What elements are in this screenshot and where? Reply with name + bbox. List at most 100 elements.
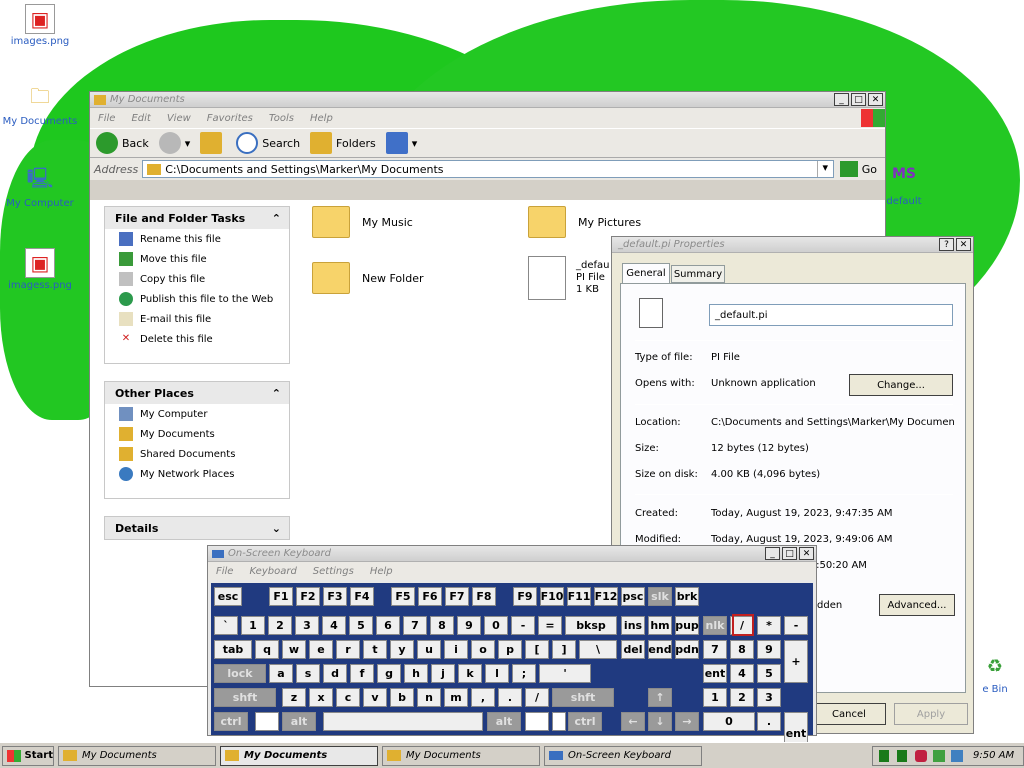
folders-button[interactable]: Folders	[310, 132, 376, 154]
task-move[interactable]: Move this file	[105, 249, 289, 269]
key-num-16[interactable]: pup	[675, 616, 699, 635]
explorer-titlebar[interactable]: My Documents _ □ ✕	[90, 92, 885, 108]
close-button[interactable]: ✕	[868, 93, 883, 106]
menu-favorites[interactable]: Favorites	[199, 113, 261, 124]
key-z-8[interactable]: ,	[471, 688, 495, 707]
task-rename[interactable]: Rename this file	[105, 229, 289, 249]
folder-my-pictures[interactable]: My Pictures	[528, 206, 641, 238]
key-bot-8[interactable]: .	[757, 712, 781, 731]
key-num-7[interactable]: 7	[403, 616, 427, 635]
desktop-icon-my-documents[interactable]: 🗀 My Documents	[0, 84, 80, 127]
desktop-icon-recycle-bin[interactable]: ♻ e Bin	[975, 656, 1015, 695]
tray-network-icon[interactable]	[897, 749, 907, 762]
place-network[interactable]: My Network Places	[105, 464, 289, 484]
key-a-10[interactable]: ;	[512, 664, 536, 683]
key-a-2[interactable]: s	[296, 664, 320, 683]
task-publish[interactable]: Publish this file to the Web	[105, 289, 289, 309]
key-z-2[interactable]: x	[309, 688, 333, 707]
maximize-button[interactable]: □	[782, 547, 797, 560]
key-z-3[interactable]: c	[336, 688, 360, 707]
key-q-19[interactable]: 9	[757, 640, 781, 659]
close-button[interactable]: ✕	[799, 547, 814, 560]
filename-input[interactable]: _default.pi	[709, 304, 953, 326]
menu-settings[interactable]: Settings	[305, 566, 362, 577]
key-num-14[interactable]: ins	[621, 616, 645, 635]
place-shared-documents[interactable]: Shared Documents	[105, 444, 289, 464]
key-num-10[interactable]: 0	[484, 616, 508, 635]
tab-summary[interactable]: Summary	[671, 265, 725, 283]
key-q-11[interactable]: [	[525, 640, 549, 659]
key-fn-8[interactable]: F8	[472, 587, 496, 606]
key-q-10[interactable]: p	[498, 640, 522, 659]
taskbar-button-my-documents-2[interactable]: My Documents	[382, 745, 540, 766]
key-menu[interactable]	[552, 712, 566, 731]
key-fn-0[interactable]: esc	[214, 587, 242, 606]
minimize-button[interactable]: _	[834, 93, 849, 106]
key-num-9[interactable]: 9	[457, 616, 481, 635]
key-fn-12[interactable]: F12	[594, 587, 618, 606]
key-windows-right[interactable]	[525, 712, 549, 731]
key-bot-0[interactable]: ctrl	[214, 712, 248, 731]
key-bot-3[interactable]: ctrl	[568, 712, 602, 731]
key-fn-5[interactable]: F5	[391, 587, 415, 606]
back-button[interactable]: Back	[96, 132, 149, 154]
collapse-icon[interactable]: ⌃	[272, 212, 281, 225]
key-fn-9[interactable]: F9	[513, 587, 537, 606]
help-button[interactable]: ?	[939, 238, 954, 251]
taskbar-button-my-documents-active[interactable]: My Documents	[220, 745, 378, 766]
key-q-13[interactable]: \	[579, 640, 617, 659]
key-fn-6[interactable]: F6	[418, 587, 442, 606]
key-q-16[interactable]: pdn	[675, 640, 699, 659]
key-q-0[interactable]: tab	[214, 640, 252, 659]
key-a-0[interactable]: lock	[214, 664, 266, 683]
key-num-0[interactable]: `	[214, 616, 238, 635]
key-q-14[interactable]: del	[621, 640, 645, 659]
key-z-6[interactable]: n	[417, 688, 441, 707]
key-a-5[interactable]: g	[377, 664, 401, 683]
address-field[interactable]: C:\Documents and Settings\Marker\My Docu…	[142, 160, 834, 178]
taskbar-button-osk[interactable]: On-Screen Keyboard	[544, 745, 702, 766]
key-z-14[interactable]: 2	[730, 688, 754, 707]
key-fn-14[interactable]: slk	[648, 587, 672, 606]
key-z-13[interactable]: 1	[703, 688, 727, 707]
menu-keyboard[interactable]: Keyboard	[241, 566, 304, 577]
key-fn-1[interactable]: F1	[269, 587, 293, 606]
key-num-4[interactable]: 4	[322, 616, 346, 635]
key-q-15[interactable]: end	[648, 640, 672, 659]
key-num-19[interactable]: *	[757, 616, 781, 635]
key-bot-7[interactable]: 0	[703, 712, 755, 731]
key-bot-6[interactable]: →	[675, 712, 699, 731]
tray-app-icon[interactable]	[951, 749, 963, 762]
key-num-12[interactable]: =	[538, 616, 562, 635]
key-z-4[interactable]: v	[363, 688, 387, 707]
desktop-icon-images[interactable]: ▣ images.png	[0, 4, 80, 47]
tray-app-icon[interactable]	[933, 749, 945, 762]
key-a-9[interactable]: l	[485, 664, 509, 683]
task-copy[interactable]: Copy this file	[105, 269, 289, 289]
desktop-icon-imagess[interactable]: ▣ imagess.png	[0, 248, 80, 291]
tray-network-icon[interactable]	[879, 749, 889, 762]
key-z-10[interactable]: /	[525, 688, 549, 707]
key-q-4[interactable]: r	[336, 640, 360, 659]
task-email[interactable]: E-mail this file	[105, 309, 289, 329]
dropdown-arrow-icon[interactable]: ▾	[816, 161, 833, 177]
key-a-13[interactable]: 4	[730, 664, 754, 683]
key-num-11[interactable]: -	[511, 616, 535, 635]
key-num-6[interactable]: 6	[376, 616, 400, 635]
key-z-11[interactable]: shft	[552, 688, 614, 707]
maximize-button[interactable]: □	[851, 93, 866, 106]
change-button[interactable]: Change...	[849, 374, 953, 396]
place-my-documents[interactable]: My Documents	[105, 424, 289, 444]
apply-button[interactable]: Apply	[894, 703, 968, 725]
menu-tools[interactable]: Tools	[261, 113, 302, 124]
key-z-0[interactable]: shft	[214, 688, 276, 707]
place-my-computer[interactable]: My Computer	[105, 404, 289, 424]
close-button[interactable]: ✕	[956, 238, 971, 251]
panel-header[interactable]: File and Folder Tasks ⌃	[105, 207, 289, 229]
key-fn-2[interactable]: F2	[296, 587, 320, 606]
key-fn-11[interactable]: F11	[567, 587, 591, 606]
key-a-1[interactable]: a	[269, 664, 293, 683]
key-a-11[interactable]: '	[539, 664, 591, 683]
key-windows-left[interactable]	[255, 712, 279, 731]
osk-titlebar[interactable]: On-Screen Keyboard _ □ ✕	[208, 546, 816, 562]
